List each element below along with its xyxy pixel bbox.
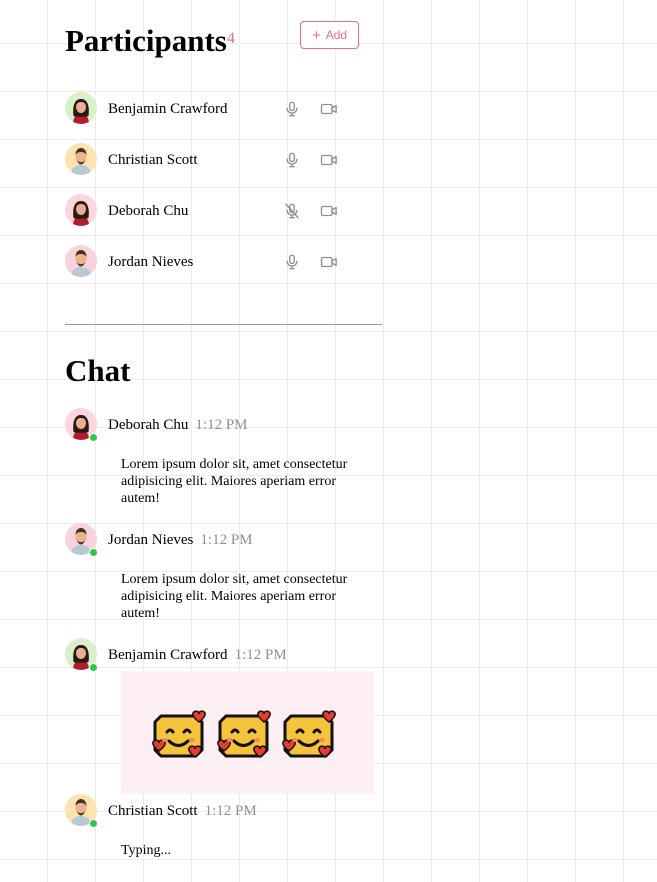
participant-row: Benjamin Crawford [65, 92, 382, 143]
message-header: Benjamin Crawford 1:12 PM [108, 646, 287, 664]
microphone-icon[interactable] [283, 100, 301, 118]
participants-count: 4 [226, 30, 235, 47]
avatar [65, 245, 97, 277]
avatar [65, 92, 97, 124]
participants-list: Benjamin Crawford Christian Scott Debora… [65, 92, 382, 296]
participants-title-text: Participants [65, 23, 227, 58]
participant-name: Deborah Chu [108, 203, 189, 219]
online-status-dot [89, 663, 98, 672]
online-status-dot [89, 433, 98, 442]
message-text: Lorem ipsum dolor sit, amet consectetur … [121, 457, 348, 506]
participant-row: Deborah Chu [65, 194, 382, 245]
participants-title: Participants4 [65, 24, 235, 58]
smiling-face-with-hearts-sticker [216, 708, 271, 762]
participant-name: Christian Scott [108, 152, 198, 168]
microphone-icon[interactable] [283, 151, 301, 169]
message-text: Lorem ipsum dolor sit, amet consectetur … [121, 572, 348, 621]
microphone-muted-icon[interactable] [283, 202, 301, 220]
plus-icon: + [311, 26, 321, 44]
message-author: Jordan Nieves [108, 532, 194, 548]
message-author: Christian Scott [108, 803, 198, 819]
smiling-face-with-hearts-sticker [281, 708, 336, 762]
participant-row: Jordan Nieves [65, 245, 382, 296]
participant-name: Jordan Nieves [108, 254, 194, 270]
chat-title: Chat [65, 353, 131, 388]
video-camera-icon[interactable] [320, 203, 338, 219]
video-camera-icon[interactable] [320, 254, 338, 270]
microphone-icon[interactable] [283, 253, 301, 271]
message-time: 1:12 PM [204, 803, 257, 819]
video-camera-icon[interactable] [320, 101, 338, 117]
add-button-label: Add [325, 28, 348, 42]
message-time: 1:12 PM [200, 532, 253, 548]
typing-indicator: Typing... [121, 843, 171, 858]
participant-row: Christian Scott [65, 143, 382, 194]
online-status-dot [89, 819, 98, 828]
message-header: Deborah Chu 1:12 PM [108, 416, 248, 434]
message-time: 1:12 PM [234, 647, 287, 663]
message-header: Jordan Nieves 1:12 PM [108, 531, 253, 549]
message-author: Deborah Chu [108, 417, 189, 433]
participant-name: Benjamin Crawford [108, 101, 228, 117]
message-time: 1:12 PM [195, 417, 248, 433]
message-header: Christian Scott 1:12 PM [108, 802, 257, 820]
avatar [65, 143, 97, 175]
message-author: Benjamin Crawford [108, 647, 228, 663]
add-participant-button[interactable]: + Add [300, 21, 359, 49]
sticker-message [121, 671, 374, 794]
smiling-face-with-hearts-sticker [151, 708, 206, 762]
video-camera-icon[interactable] [320, 152, 338, 168]
section-divider [65, 324, 382, 325]
avatar [65, 194, 97, 226]
online-status-dot [89, 548, 98, 557]
